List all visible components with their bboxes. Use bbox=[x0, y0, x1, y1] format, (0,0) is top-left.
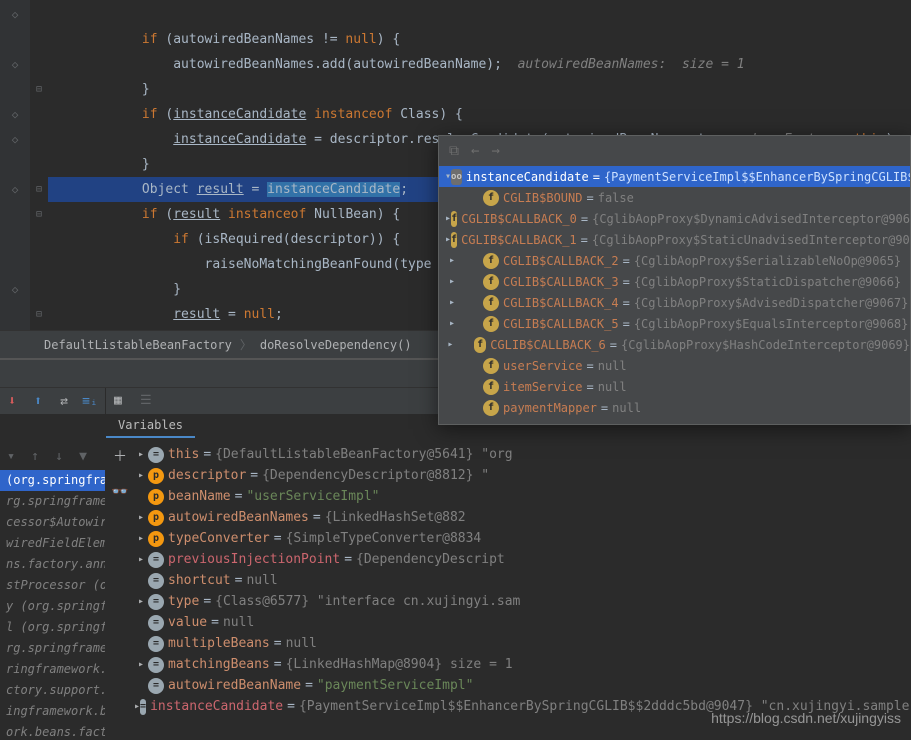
arrow-down-icon[interactable]: ↓ bbox=[50, 449, 68, 464]
popup-field-node[interactable]: fCGLIB$BOUND=false bbox=[439, 187, 910, 208]
stack-frame[interactable]: l (org.springfram bbox=[0, 617, 105, 638]
popup-field-node[interactable]: ▸fCGLIB$CALLBACK_0={CglibAopProxy$Dynami… bbox=[439, 208, 910, 229]
variable-node[interactable]: =autowiredBeanName="paymentServiceImpl" bbox=[134, 675, 911, 696]
watermark: https://blog.csdn.net/xujingyiss bbox=[711, 710, 901, 726]
variable-node[interactable]: pbeanName="userServiceImpl" bbox=[134, 486, 911, 507]
frames-list[interactable]: (org.springframerg.springframewocessor$A… bbox=[0, 470, 105, 740]
fold-column[interactable]: ⊟ ⊟⊟ ⊟ bbox=[30, 0, 48, 330]
variables-panel: ＋ 👓 ▸=this={DefaultListableBeanFactory@5… bbox=[106, 438, 911, 740]
variable-node[interactable]: =value=null bbox=[134, 612, 911, 633]
filter-icon[interactable]: ≡ᵢ bbox=[82, 393, 98, 409]
popup-field-node[interactable]: fitemService=null bbox=[439, 376, 910, 397]
layout-icon[interactable]: ☰ bbox=[140, 393, 156, 409]
popup-field-node[interactable]: fuserService=null bbox=[439, 355, 910, 376]
stack-frame[interactable]: wiredFieldElemen bbox=[0, 533, 105, 554]
tab-variables[interactable]: Variables bbox=[106, 414, 195, 438]
gutter: ◇◇ ◇◇ ◇ ◇ bbox=[0, 0, 30, 330]
debug-popup[interactable]: ⧉ ← → ▾ooinstanceCandidate={PaymentServi… bbox=[438, 135, 911, 425]
variable-node[interactable]: ▸=this={DefaultListableBeanFactory@5641}… bbox=[134, 444, 911, 465]
stack-frame[interactable]: (org.springframe bbox=[0, 470, 105, 491]
swap-icon[interactable]: ⇄ bbox=[56, 393, 72, 409]
export-icon[interactable]: ⬆ bbox=[30, 393, 46, 409]
debug-nav-toolbar: ⬇ ⬆ ⇄ ≡ᵢ bbox=[0, 388, 105, 414]
stack-frame[interactable]: cessor$Autowired bbox=[0, 512, 105, 533]
chevron-right-icon: 〉 bbox=[240, 336, 252, 353]
dropdown-icon[interactable]: ▾ bbox=[2, 449, 20, 464]
plus-icon[interactable]: ＋ bbox=[113, 446, 127, 466]
stack-frame[interactable]: stProcessor (org. bbox=[0, 575, 105, 596]
popup-field-node[interactable]: ▸fCGLIB$CALLBACK_5={CglibAopProxy$Equals… bbox=[439, 313, 910, 334]
forward-icon[interactable]: → bbox=[491, 143, 499, 159]
funnel-icon[interactable]: ▼ bbox=[74, 449, 92, 464]
table-icon[interactable]: ▦ bbox=[114, 393, 130, 409]
popup-root-node[interactable]: ▾ooinstanceCandidate={PaymentServiceImpl… bbox=[439, 166, 910, 187]
breadcrumb-method[interactable]: doResolveDependency() bbox=[260, 338, 412, 352]
stack-frame[interactable]: ns.factory.annotati bbox=[0, 554, 105, 575]
stack-frame[interactable]: ork.beans.factory. bbox=[0, 722, 105, 740]
variable-node[interactable]: ▸pautowiredBeanNames={LinkedHashSet@882 bbox=[134, 507, 911, 528]
variable-node[interactable]: ▸pdescriptor={DependencyDescriptor@8812}… bbox=[134, 465, 911, 486]
stack-frame[interactable]: rg.springframewo bbox=[0, 491, 105, 512]
back-icon[interactable]: ← bbox=[471, 143, 479, 159]
popup-toolbar: ⧉ ← → bbox=[439, 136, 910, 166]
stack-frame[interactable]: rg.springframewo bbox=[0, 638, 105, 659]
popup-field-node[interactable]: ▸fCGLIB$CALLBACK_4={CglibAopProxy$Advise… bbox=[439, 292, 910, 313]
download-icon[interactable]: ⬇ bbox=[4, 393, 20, 409]
popup-field-node[interactable]: fpaymentMapper=null bbox=[439, 397, 910, 418]
copy-icon[interactable]: ⧉ bbox=[449, 143, 459, 159]
popup-field-node[interactable]: ▸fCGLIB$CALLBACK_3={CglibAopProxy$Static… bbox=[439, 271, 910, 292]
variable-node[interactable]: =shortcut=null bbox=[134, 570, 911, 591]
arrow-up-icon[interactable]: ↑ bbox=[26, 449, 44, 464]
stack-frame[interactable]: ctory.support.Abs bbox=[0, 680, 105, 701]
breadcrumb-class[interactable]: DefaultListableBeanFactory bbox=[44, 338, 232, 352]
variable-node[interactable]: ▸=previousInjectionPoint={DependencyDesc… bbox=[134, 549, 911, 570]
variable-node[interactable]: ▸=type={Class@6577} "interface cn.xujing… bbox=[134, 591, 911, 612]
stack-frame[interactable]: ingframework.bea bbox=[0, 701, 105, 722]
stack-frame[interactable]: ringframework.be bbox=[0, 659, 105, 680]
stack-frame[interactable]: y (org.springfram bbox=[0, 596, 105, 617]
popup-field-node[interactable]: ▸fCGLIB$CALLBACK_2={CglibAopProxy$Serial… bbox=[439, 250, 910, 271]
popup-field-node[interactable]: ▸fCGLIB$CALLBACK_1={CglibAopProxy$Static… bbox=[439, 229, 910, 250]
popup-field-node[interactable]: ▸fCGLIB$CALLBACK_6={CglibAopProxy$HashCo… bbox=[439, 334, 910, 355]
glasses-icon[interactable]: 👓 bbox=[111, 484, 128, 500]
frames-toolbar: ▾ ↑ ↓ ▼ bbox=[0, 444, 105, 468]
variable-node[interactable]: ▸ptypeConverter={SimpleTypeConverter@883… bbox=[134, 528, 911, 549]
variable-node[interactable]: ▸=matchingBeans={LinkedHashMap@8904} siz… bbox=[134, 654, 911, 675]
variables-tree[interactable]: ▸=this={DefaultListableBeanFactory@5641}… bbox=[134, 438, 911, 717]
variable-node[interactable]: =multipleBeans=null bbox=[134, 633, 911, 654]
